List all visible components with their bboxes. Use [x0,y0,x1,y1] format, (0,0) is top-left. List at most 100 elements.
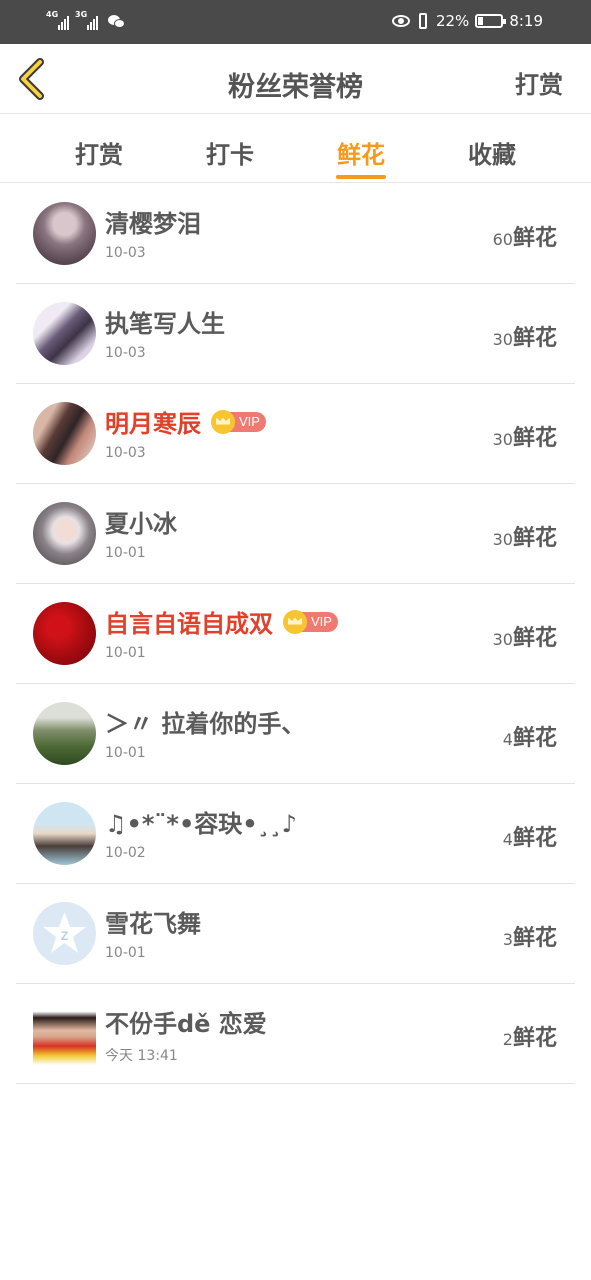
flower-count: 30鲜花 [493,620,557,652]
count-value: 4 [502,830,513,849]
tab-bar: 打赏 打卡 鲜花 收藏 [0,115,591,183]
list-item[interactable]: Z 雪花飞舞 10-01 3鲜花 [0,884,591,984]
flower-count: 4鲜花 [503,820,557,852]
user-info: 执笔写人生 [105,304,225,339]
count-unit: 鲜花 [512,226,557,251]
avatar[interactable] [33,402,96,465]
signal-icon-1: 4G [46,10,69,30]
list-item[interactable]: ＞〃 拉着你的手、 10-01 4鲜花 [0,684,591,784]
count-unit: 鲜花 [512,826,557,851]
user-info: 不份手dě 恋爱 [105,1004,267,1039]
wechat-icon [108,14,126,30]
date: 10-02 [105,845,146,861]
date: 10-03 [105,445,146,461]
user-info: 雪花飞舞 [105,904,201,939]
user-name: 夏小冰 [105,510,177,538]
user-name: 清樱梦泪 [105,210,201,238]
tab-label: 鲜花 [337,141,385,169]
count-value: 30 [492,430,513,449]
crown-icon [283,609,307,634]
flower-count: 2鲜花 [503,1020,557,1052]
svg-text:Z: Z [61,929,68,943]
list-item[interactable]: 自言自语自成双 VIP 10-01 30鲜花 [0,584,591,684]
status-bar: 4G 3G 22% 8:19 [0,0,591,44]
crown-icon [211,409,235,434]
avatar[interactable]: Z [33,902,96,965]
user-name: 自言自语自成双 [105,610,273,638]
avatar[interactable] [33,602,96,665]
tab-label: 收藏 [468,141,516,169]
avatar[interactable] [33,202,96,265]
tab-flowers[interactable]: 鲜花 [306,115,416,183]
avatar[interactable] [33,302,96,365]
flower-count: 30鲜花 [493,520,557,552]
eye-icon [391,15,410,27]
status-right: 22% 8:19 [391,12,543,30]
flower-count: 30鲜花 [493,320,557,352]
user-info: ＞〃 拉着你的手、 [105,704,305,739]
flower-count: 4鲜花 [503,720,557,752]
count-value: 30 [492,530,513,549]
tab-label: 打赏 [75,141,123,169]
count-value: 3 [502,930,513,949]
user-info: 自言自语自成双 VIP [105,604,338,639]
flower-count: 30鲜花 [493,420,557,452]
list-item[interactable]: 夏小冰 10-01 30鲜花 [0,484,591,584]
count-unit: 鲜花 [512,726,557,751]
user-info: 清樱梦泪 [105,204,201,239]
tab-reward[interactable]: 打赏 [44,115,154,183]
list-item[interactable]: 清樱梦泪 10-03 60鲜花 [0,184,591,284]
vip-badge: VIP [211,409,266,434]
avatar[interactable] [33,502,96,565]
user-name: 雪花飞舞 [105,910,201,938]
date: 10-01 [105,745,146,761]
vibrate-icon [416,13,430,29]
count-value: 30 [492,630,513,649]
vip-badge: VIP [283,609,338,634]
date: 10-01 [105,645,146,661]
count-unit: 鲜花 [512,326,557,351]
list-item[interactable]: 不份手dě 恋爱 今天 13:41 2鲜花 [0,984,591,1084]
status-time: 8:19 [509,12,543,30]
flower-count: 60鲜花 [493,220,557,252]
count-value: 4 [502,730,513,749]
network-type-2: 3G [75,10,88,19]
list-item[interactable]: 执笔写人生 10-03 30鲜花 [0,284,591,384]
date: 10-01 [105,945,146,961]
page-title: 粉丝荣誉榜 [228,72,363,103]
user-info: 明月寒辰 VIP [105,404,266,439]
date: 10-01 [105,545,146,561]
count-value: 60 [492,230,513,249]
list-item[interactable]: ♫•*¨*•容玦•¸¸♪ 10-02 4鲜花 [0,784,591,884]
tab-checkin[interactable]: 打卡 [175,115,285,183]
user-name: 不份手dě 恋爱 [105,1010,267,1038]
date: 10-03 [105,245,146,261]
avatar[interactable] [33,1002,96,1065]
user-name: ＞〃 拉着你的手、 [105,710,306,738]
user-name: ♫•*¨*•容玦•¸¸♪ [105,810,297,838]
tab-indicator [336,175,386,179]
user-info: ♫•*¨*•容玦•¸¸♪ [105,804,297,839]
avatar[interactable] [33,702,96,765]
count-unit: 鲜花 [512,926,557,951]
count-value: 2 [502,1030,513,1049]
user-name: 执笔写人生 [105,310,225,338]
list-item[interactable]: 明月寒辰 VIP 10-03 30鲜花 [0,384,591,484]
battery-icon [475,14,507,28]
divider [16,1083,575,1084]
count-unit: 鲜花 [512,626,557,651]
flower-count: 3鲜花 [503,920,557,952]
tab-favorites[interactable]: 收藏 [437,115,547,183]
avatar[interactable] [33,802,96,865]
user-info: 夏小冰 [105,504,177,539]
count-unit: 鲜花 [512,1026,557,1051]
network-type-1: 4G [46,10,59,19]
date: 今天 13:41 [105,1048,178,1064]
battery-percent: 22% [435,12,470,30]
user-name: 明月寒辰 [105,410,201,438]
default-avatar-star-icon: Z [43,912,86,953]
date: 10-03 [105,345,146,361]
count-unit: 鲜花 [512,526,557,551]
status-left: 4G 3G [46,10,126,30]
reward-button[interactable]: 打赏 [515,65,563,100]
